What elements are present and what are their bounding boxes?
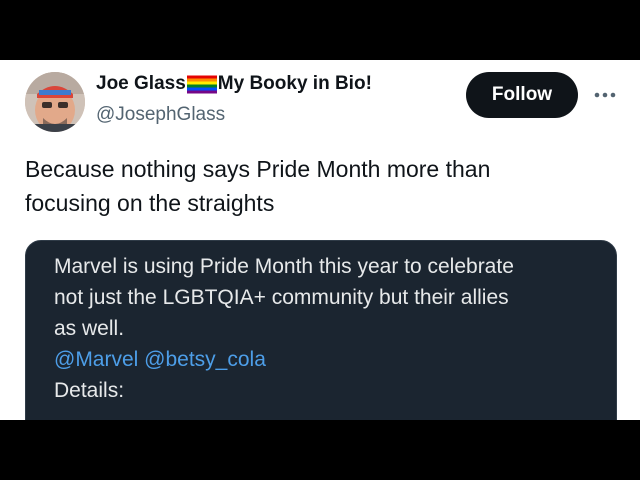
tweet-text-line: focusing on the straights: [25, 190, 275, 216]
mention-link-marvel[interactable]: @Marvel: [54, 348, 138, 371]
avatar-image: [25, 72, 85, 132]
letterbox-top: [0, 0, 640, 60]
author-name-line[interactable]: Joe Glass My Booky in Bio!: [96, 73, 372, 95]
tweet-card: Joe Glass My Booky in Bio! @JosephGlass …: [0, 60, 640, 420]
quote-details-label: Details:: [54, 379, 125, 402]
more-options-button[interactable]: [592, 82, 618, 108]
quoted-tweet-card[interactable]: Marvel is using Pride Month this year to…: [25, 240, 617, 420]
mention-link-betsy-cola[interactable]: @betsy_cola: [144, 348, 266, 371]
avatar[interactable]: [25, 72, 85, 132]
quote-mentions-line: @Marvel @betsy_cola: [54, 344, 599, 375]
tweet-text-line: Because nothing says Pride Month more th…: [25, 156, 491, 182]
follow-button[interactable]: Follow: [466, 72, 578, 118]
quoted-tweet-text: Marvel is using Pride Month this year to…: [54, 251, 599, 406]
quote-text-line: as well.: [54, 317, 125, 340]
quote-text-line: not just the LGBTQIA+ community but thei…: [54, 286, 509, 309]
author-name[interactable]: Joe Glass: [96, 73, 186, 95]
tweet-text: Because nothing says Pride Month more th…: [25, 152, 595, 220]
letterbox-bottom: [0, 420, 640, 480]
author-name-suffix[interactable]: My Booky in Bio!: [218, 73, 372, 95]
author-handle[interactable]: @JosephGlass: [96, 104, 225, 126]
rainbow-pride-flag-icon: [186, 75, 217, 94]
more-horizontal-icon: [594, 92, 616, 98]
quote-text-line: Marvel is using Pride Month this year to…: [54, 255, 514, 278]
